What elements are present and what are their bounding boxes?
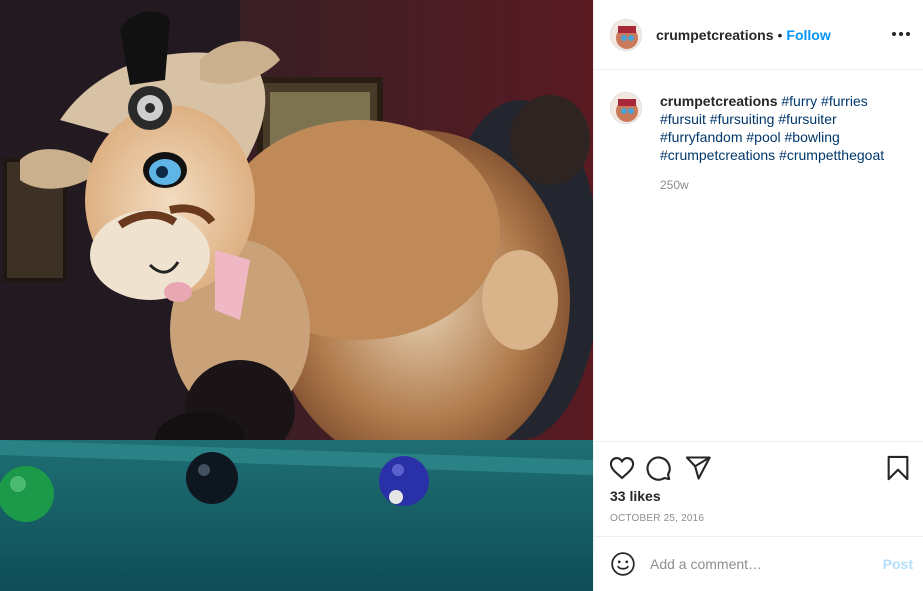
comments-section: crumpetcreations #furry #furries #fursui…: [594, 70, 923, 441]
post-photo[interactable]: [0, 0, 593, 591]
likes-count[interactable]: 33 likes: [610, 488, 661, 504]
avatar[interactable]: [610, 18, 642, 51]
post-sidebar: crumpetcreations • Follow crumpetcreatio…: [593, 0, 923, 591]
share-icon[interactable]: [684, 454, 712, 482]
action-icons: [608, 454, 915, 484]
add-comment-bar: Add a comment… Post: [594, 536, 923, 591]
comment-icon[interactable]: [644, 454, 672, 482]
post-date[interactable]: OCTOBER 25, 2016: [610, 513, 704, 524]
heart-icon[interactable]: [608, 454, 636, 482]
caption-avatar[interactable]: [610, 92, 642, 124]
caption: crumpetcreations #furry #furries #fursui…: [660, 92, 904, 441]
bookmark-icon[interactable]: [884, 454, 912, 482]
caption-username[interactable]: crumpetcreations: [660, 93, 777, 109]
avatar-image: [611, 19, 641, 50]
photo-illustration: [0, 0, 593, 591]
caption-timestamp[interactable]: 250w: [660, 176, 904, 194]
post-comment-button[interactable]: Post: [883, 556, 913, 572]
follow-button[interactable]: Follow: [786, 27, 830, 43]
emoji-icon[interactable]: [610, 551, 636, 577]
comment-input[interactable]: Add a comment…: [650, 556, 762, 572]
header-username[interactable]: crumpetcreations: [656, 27, 773, 43]
separator-dot: •: [777, 26, 783, 43]
actions-section: 33 likes OCTOBER 25, 2016: [594, 441, 923, 536]
avatar-image: [611, 93, 641, 123]
post-container: crumpetcreations • Follow crumpetcreatio…: [0, 0, 923, 591]
more-options-icon[interactable]: [889, 22, 913, 46]
post-header: crumpetcreations • Follow: [594, 0, 923, 70]
